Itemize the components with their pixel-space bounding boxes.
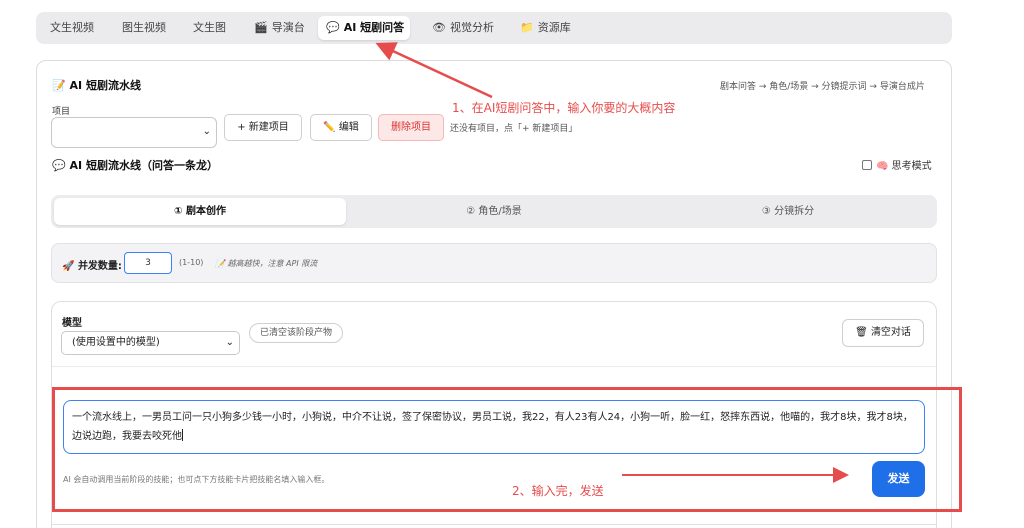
step-script[interactable]: ① 剧本创作 bbox=[54, 198, 346, 225]
concurrency-range: (1-10) bbox=[179, 258, 204, 267]
trash-icon: 🗑 bbox=[855, 327, 871, 338]
tab-text-to-image[interactable]: 文生图 bbox=[185, 16, 234, 40]
pipeline-breadcrumb: 剧本问答 → 角色/场景 → 分镜提示词 → 导演台成片 bbox=[720, 82, 925, 92]
pipeline-title: 📝 AI 短剧流水线 bbox=[52, 79, 141, 92]
project-select[interactable]: ⌄ bbox=[51, 117, 217, 148]
tab-image-to-video[interactable]: 图生视频 bbox=[114, 16, 174, 40]
model-label: 模型 bbox=[62, 318, 82, 329]
notepad-icon: 📝 bbox=[52, 79, 70, 92]
qa-title: 💬 AI 短剧流水线（问答一条龙） bbox=[52, 159, 218, 172]
annotation-step2: 2、输入完，发送 bbox=[512, 484, 604, 498]
project-label: 项目 bbox=[52, 107, 71, 117]
delete-project-button[interactable]: 删除项目 bbox=[378, 114, 444, 141]
think-mode-checkbox[interactable] bbox=[862, 160, 872, 170]
next-section-edge bbox=[52, 524, 936, 528]
chevron-down-icon: ⌄ bbox=[202, 126, 211, 137]
chat-icon: 💬 bbox=[326, 21, 340, 34]
chat-icon: 💬 bbox=[52, 159, 70, 172]
new-project-button[interactable]: + 新建项目 bbox=[224, 114, 302, 141]
top-tab-bar: 文生视频 图生视频 文生图 🎬 导演台 💬 AI 短剧问答 👁 视觉分析 📁 资源库 bbox=[36, 12, 952, 44]
annotation-highlight-box bbox=[52, 387, 962, 512]
memo-icon: 📝 bbox=[215, 259, 228, 268]
cleared-status-pill: 已清空该阶段产物 bbox=[249, 323, 344, 343]
rocket-icon: 🚀 bbox=[62, 261, 78, 272]
tab-resource-library[interactable]: 📁 资源库 bbox=[512, 16, 579, 40]
step-tabs: ① 剧本创作 ② 角色/场景 ③ 分镜拆分 bbox=[51, 195, 937, 228]
step-character-scene[interactable]: ② 角色/场景 bbox=[348, 198, 640, 225]
tab-director[interactable]: 🎬 导演台 bbox=[246, 16, 313, 40]
model-select[interactable]: (使用设置中的模型) ⌄ bbox=[61, 331, 240, 355]
concurrency-input[interactable]: 3 bbox=[124, 252, 172, 274]
tab-text-to-video[interactable]: 文生视频 bbox=[42, 16, 102, 40]
concurrency-note: 📝 越高越快，注意 API 限流 bbox=[215, 259, 318, 268]
think-mode-toggle[interactable]: 🧠 思考模式 bbox=[862, 157, 932, 172]
pencil-icon: ✏️ bbox=[323, 122, 339, 133]
tab-ai-drama-qa[interactable]: 💬 AI 短剧问答 bbox=[318, 16, 410, 40]
chevron-down-icon: ⌄ bbox=[225, 337, 234, 348]
annotation-step1: 1、在AI短剧问答中，输入你要的大概内容 bbox=[452, 101, 676, 115]
brain-icon: 🧠 bbox=[876, 161, 892, 172]
clapper-icon: 🎬 bbox=[254, 21, 268, 34]
edit-button[interactable]: ✏️ 编辑 bbox=[310, 114, 372, 141]
no-project-hint: 还没有项目，点「+ 新建项目」 bbox=[450, 124, 578, 134]
step-storyboard[interactable]: ③ 分镜拆分 bbox=[642, 198, 934, 225]
eye-icon: 👁 bbox=[432, 21, 446, 34]
folder-icon: 📁 bbox=[520, 21, 534, 34]
concurrency-label: 🚀 并发数量: bbox=[62, 261, 122, 272]
divider bbox=[52, 366, 936, 367]
clear-chat-button[interactable]: 🗑 清空对话 bbox=[842, 319, 924, 347]
tab-visual-analysis[interactable]: 👁 视觉分析 bbox=[424, 16, 502, 40]
